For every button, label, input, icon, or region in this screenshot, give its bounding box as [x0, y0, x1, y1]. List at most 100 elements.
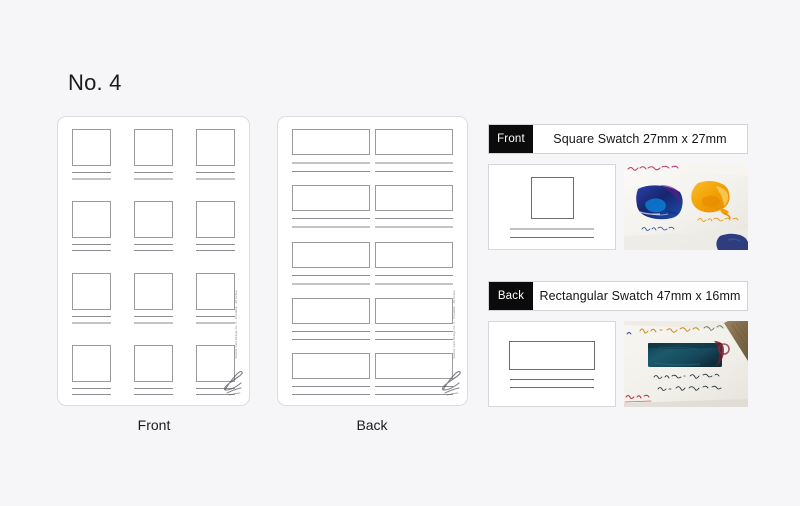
sheet-credit-text: Swatch Card Design No. 4 · Printable · A…: [453, 290, 457, 359]
square-swatch-box: [134, 272, 173, 310]
swatch-cell[interactable]: [196, 129, 235, 180]
swatch-cell[interactable]: [134, 201, 173, 252]
write-line: [72, 250, 111, 252]
swatch-cell[interactable]: [72, 129, 111, 180]
sheet-row: [292, 353, 453, 395]
photo-square-swatch-example[interactable]: [624, 164, 748, 250]
page-title: No. 4: [68, 70, 122, 95]
write-lines: [72, 244, 111, 252]
write-line: [134, 315, 173, 317]
write-line: [375, 171, 453, 172]
write-line: [375, 162, 453, 164]
rect-swatch-box: [292, 129, 370, 155]
write-line: [292, 226, 370, 229]
write-line: [134, 178, 173, 180]
swatch-cell[interactable]: [134, 272, 173, 324]
swatch-cell[interactable]: [196, 201, 235, 252]
spec-body-front: [488, 164, 748, 250]
write-lines: [375, 274, 453, 285]
swatch-cell[interactable]: [292, 353, 370, 395]
sheet-row: [292, 297, 453, 340]
write-line: [196, 321, 235, 324]
swatch-cell[interactable]: [134, 344, 173, 395]
swatch-cell[interactable]: [196, 272, 235, 324]
sheet-credit-text: Swatch Card Design No. 4 · Printable · A…: [235, 290, 239, 359]
brand-signature-icon: [222, 364, 244, 398]
write-line: [375, 218, 453, 220]
rect-swatch-box: [375, 129, 453, 155]
layout-diagram-stack: [489, 165, 615, 249]
diagram-lines: [510, 378, 594, 388]
swatch-cell[interactable]: [375, 241, 453, 285]
photo-rect-swatch-example[interactable]: [624, 321, 748, 407]
write-lines: [72, 172, 111, 180]
swatch-cell[interactable]: [134, 129, 173, 180]
spec-header-front: Front Square Swatch 27mm x 27mm: [488, 124, 748, 154]
write-lines: [196, 244, 235, 252]
swatch-cell[interactable]: [375, 129, 453, 172]
diagram-square-swatch: [530, 176, 574, 219]
write-line: [196, 178, 235, 180]
sheet-row: [72, 129, 235, 180]
write-line: [134, 393, 173, 395]
diagram-lines: [510, 227, 594, 238]
layout-diagram-square: [488, 164, 616, 250]
sheet-row: [72, 272, 235, 324]
write-line: [72, 315, 111, 317]
write-line: [292, 274, 370, 276]
sheet-preview-front[interactable]: Swatch Card Design No. 4 · Printable · A…: [57, 116, 250, 406]
screen-canvas: No. 4 Swatch Card Design No. 4 · Printab…: [0, 0, 800, 506]
write-line: [292, 218, 370, 220]
spec-panel-back: Back Rectangular Swatch 47mm x 16mm: [488, 281, 748, 407]
rect-swatch-box: [375, 185, 453, 212]
swatch-cell[interactable]: [72, 272, 111, 324]
write-line: [292, 394, 370, 395]
square-swatch-box: [134, 344, 173, 382]
write-lines: [292, 218, 370, 229]
swatch-cell[interactable]: [375, 297, 453, 340]
swatch-cell[interactable]: [292, 297, 370, 340]
write-line: [72, 244, 111, 246]
sheet-preview-back[interactable]: Swatch Card Design No. 4 · Printable · A…: [277, 116, 468, 406]
write-line: [292, 330, 370, 332]
sheet-back-grid: [278, 117, 467, 405]
square-swatch-box: [72, 201, 111, 239]
swatch-cell[interactable]: [292, 129, 370, 172]
write-line: [292, 171, 370, 172]
diagram-line: [510, 386, 594, 388]
write-line: [72, 321, 111, 324]
write-lines: [72, 387, 111, 395]
swatch-cell[interactable]: [292, 185, 370, 229]
write-lines: [134, 244, 173, 252]
write-line: [375, 226, 453, 229]
write-line: [375, 338, 453, 340]
square-swatch-box: [196, 201, 235, 239]
write-lines: [134, 172, 173, 180]
sheet-row: [292, 185, 453, 229]
write-line: [72, 172, 111, 173]
write-line: [134, 321, 173, 324]
write-line: [134, 250, 173, 252]
swatch-cell[interactable]: [375, 185, 453, 229]
spec-title-front: Square Swatch 27mm x 27mm: [553, 132, 727, 146]
write-line: [292, 282, 370, 285]
sheet-row: [292, 241, 453, 285]
write-lines: [134, 315, 173, 324]
spec-header-back: Back Rectangular Swatch 47mm x 16mm: [488, 281, 748, 311]
rect-swatch-box: [292, 241, 370, 268]
square-swatch-box: [72, 272, 111, 310]
spec-panel-front: Front Square Swatch 27mm x 27mm: [488, 124, 748, 250]
write-lines: [292, 274, 370, 285]
write-lines: [196, 315, 235, 324]
swatch-cell[interactable]: [72, 344, 111, 395]
write-lines: [292, 330, 370, 340]
write-line: [196, 315, 235, 317]
rect-swatch-box: [292, 297, 370, 324]
swatch-cell[interactable]: [292, 241, 370, 285]
write-line: [375, 282, 453, 285]
write-lines: [134, 387, 173, 395]
sheet-caption-back: Back: [356, 417, 388, 433]
diagram-line: [510, 378, 594, 380]
write-line: [134, 387, 173, 389]
swatch-cell[interactable]: [72, 201, 111, 252]
